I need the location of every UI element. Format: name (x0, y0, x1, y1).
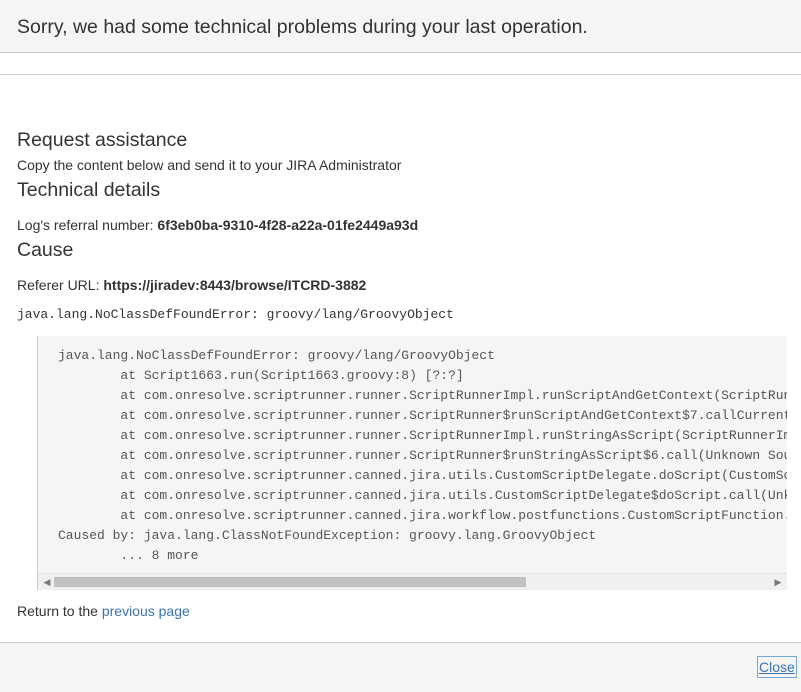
referer-url-value: https://jiradev:8443/browse/ITCRD-3882 (103, 277, 367, 293)
referer-url-line: Referer URL: https://jiradev:8443/browse… (17, 277, 366, 293)
previous-page-link[interactable]: previous page (102, 603, 190, 619)
referral-number-label: Log's referral number: (17, 217, 154, 233)
divider (0, 74, 801, 75)
scroll-right-arrow-icon[interactable]: ▶ (771, 574, 785, 590)
return-prefix: Return to the (17, 603, 98, 619)
referer-url-label: Referer URL: (17, 277, 100, 293)
error-summary: java.lang.NoClassDefFoundError: groovy/l… (17, 307, 454, 322)
dialog-header: Sorry, we had some technical problems du… (0, 0, 801, 53)
close-button[interactable]: Close (757, 656, 797, 678)
scroll-left-arrow-icon[interactable]: ◀ (40, 574, 54, 590)
request-assistance-heading: Request assistance (17, 129, 188, 151)
referral-number-value: 6f3eb0ba-9310-4f28-a22a-01fe2449a93d (157, 217, 419, 233)
scrollbar-thumb[interactable] (54, 577, 526, 587)
request-assistance-description: Copy the content below and send it to yo… (17, 157, 402, 173)
horizontal-scrollbar[interactable]: ◀ ▶ (38, 573, 787, 590)
dialog-footer: Close (0, 642, 801, 692)
stack-trace-text: java.lang.NoClassDefFoundError: groovy/l… (58, 348, 787, 563)
stack-trace-panel[interactable]: java.lang.NoClassDefFoundError: groovy/l… (37, 336, 787, 590)
dialog-title: Sorry, we had some technical problems du… (17, 16, 588, 38)
referral-number-line: Log's referral number: 6f3eb0ba-9310-4f2… (17, 217, 418, 233)
technical-details-heading: Technical details (17, 179, 161, 201)
return-line: Return to the previous page (17, 603, 190, 619)
cause-heading: Cause (17, 239, 74, 261)
